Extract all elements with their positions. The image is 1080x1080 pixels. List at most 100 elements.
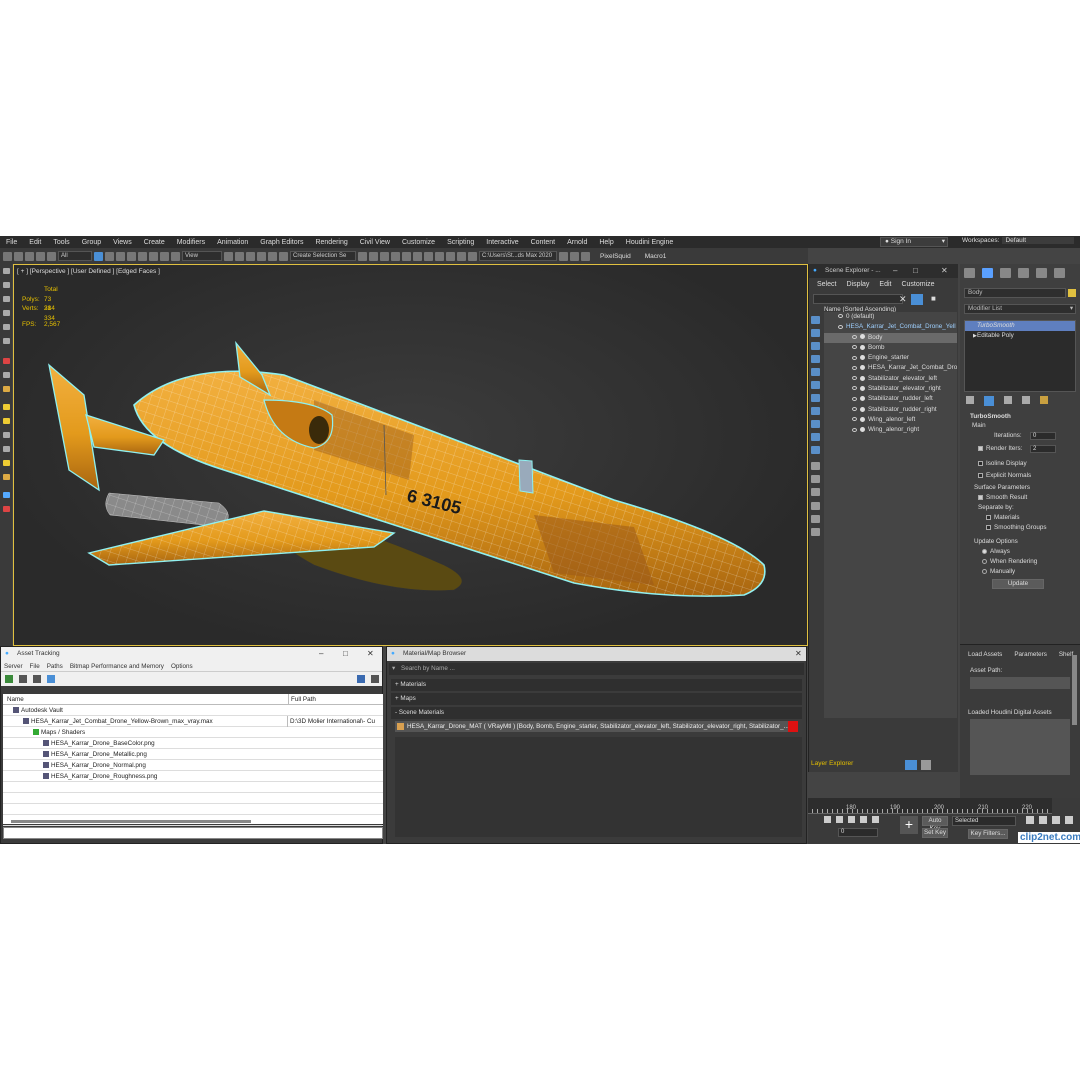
material-search-input[interactable]: ▾ Search by Name ... xyxy=(389,663,804,675)
render-frame-icon[interactable] xyxy=(457,251,466,261)
menu-houdini-engine[interactable]: Houdini Engine xyxy=(620,239,679,246)
light-icon[interactable] xyxy=(3,310,10,316)
shape-icon[interactable] xyxy=(3,338,10,344)
box-icon[interactable] xyxy=(3,474,10,480)
menu-group[interactable]: Group xyxy=(76,239,107,246)
tree-item[interactable]: Bomb xyxy=(824,343,957,353)
menu-create[interactable]: Create xyxy=(138,239,171,246)
always-radio[interactable] xyxy=(982,548,987,554)
visibility-eye-icon[interactable] xyxy=(852,334,857,339)
previous-frame-icon[interactable] xyxy=(836,816,843,823)
named-selection-set-dropdown[interactable]: Create Selection Se xyxy=(290,251,356,261)
workspaces-selector[interactable]: Workspaces: Default xyxy=(962,237,1075,244)
object-color-swatch[interactable] xyxy=(1068,289,1076,297)
tree-item[interactable]: Stabilizator_elevator_right xyxy=(824,384,957,394)
isoline-checkbox[interactable] xyxy=(978,460,983,466)
menu-views[interactable]: Views xyxy=(107,239,138,246)
materials-checkbox[interactable] xyxy=(986,514,991,520)
tab-load-assets[interactable]: Load Assets xyxy=(968,651,1002,658)
percent-snap-icon[interactable] xyxy=(257,251,266,261)
angle-snap-icon[interactable] xyxy=(246,251,255,261)
visibility-eye-icon[interactable] xyxy=(838,324,843,329)
rotate-icon[interactable] xyxy=(149,251,158,261)
select-by-name-icon[interactable] xyxy=(105,251,114,261)
window-crossing-icon[interactable] xyxy=(127,251,136,261)
spacewarp-icon[interactable] xyxy=(3,492,10,498)
filter-funnel-icon[interactable] xyxy=(811,502,820,510)
ribbon-icon[interactable] xyxy=(402,251,411,261)
table-row[interactable]: Autodesk Vault xyxy=(3,705,383,716)
configure-sets-icon[interactable] xyxy=(1040,396,1048,404)
loaded-assets-list[interactable] xyxy=(970,719,1070,775)
smoothing-groups-checkbox[interactable] xyxy=(986,524,991,530)
stack-item-turbosmooth[interactable]: TurboSmooth xyxy=(965,321,1075,331)
menu-file[interactable]: File xyxy=(30,661,40,671)
materials-section[interactable]: + Materials xyxy=(391,679,802,691)
tree-item[interactable]: Body xyxy=(824,332,957,343)
visibility-eye-icon[interactable] xyxy=(852,355,857,360)
shape-filter-icon[interactable] xyxy=(811,329,820,337)
refresh-icon[interactable] xyxy=(5,675,13,683)
visibility-eye-icon[interactable] xyxy=(852,417,857,422)
render-icon[interactable] xyxy=(468,251,477,261)
close-icon[interactable]: ✕ xyxy=(795,647,802,661)
orbit-icon[interactable] xyxy=(1052,816,1060,824)
maximize-icon[interactable]: □ xyxy=(343,647,348,661)
clear-search-icon[interactable]: ✕ xyxy=(899,294,907,305)
table-row[interactable]: Maps / Shaders xyxy=(3,727,383,738)
minimize-icon[interactable]: – xyxy=(893,264,897,278)
menu-paths[interactable]: Paths xyxy=(47,661,63,671)
edit-named-sets-icon[interactable] xyxy=(279,251,288,261)
mirror-icon[interactable] xyxy=(358,251,367,261)
lock-icon[interactable]: ■ xyxy=(931,294,936,303)
menu-help[interactable]: Help xyxy=(593,239,619,246)
folder-project-icon[interactable] xyxy=(581,251,590,261)
visibility-eye-icon[interactable] xyxy=(852,386,857,391)
next-frame-icon[interactable] xyxy=(860,816,867,823)
layer-explorer-dropdown[interactable]: Layer Explorer xyxy=(811,758,956,770)
scene-materials-section[interactable]: - Scene Materials xyxy=(391,707,802,719)
helper-icon[interactable] xyxy=(3,324,10,330)
torus-icon[interactable] xyxy=(3,446,10,452)
camera-filter-icon[interactable] xyxy=(811,355,820,363)
menu-display[interactable]: Display xyxy=(846,281,869,288)
expand-icon[interactable]: ▶ xyxy=(973,331,977,341)
menu-scripting[interactable]: Scripting xyxy=(441,239,480,246)
explicit-normals-checkbox[interactable] xyxy=(978,472,983,478)
move-icon[interactable] xyxy=(138,251,147,261)
modifier-list-dropdown[interactable]: Modifier List ▾ xyxy=(964,304,1076,314)
rect-region-icon[interactable] xyxy=(116,251,125,261)
visibility-eye-icon[interactable] xyxy=(838,314,843,319)
toggle-scene-explorer-icon[interactable] xyxy=(380,251,389,261)
camera-icon[interactable] xyxy=(3,296,10,302)
visibility-eye-icon[interactable] xyxy=(852,427,857,432)
select-object-icon[interactable] xyxy=(94,251,103,261)
tree-item[interactable]: Wing_alenor_left xyxy=(824,415,957,425)
menu-file[interactable]: File xyxy=(0,239,23,246)
helper-filter-icon[interactable] xyxy=(811,368,820,376)
schematic-view-icon[interactable] xyxy=(424,251,433,261)
show-end-result-icon[interactable] xyxy=(984,396,994,406)
remove-modifier-icon[interactable] xyxy=(1022,396,1030,404)
object-name-field[interactable]: Body xyxy=(964,288,1066,298)
perspective-viewport[interactable]: [ + ] [Perspective ] [User Defined ] [Ed… xyxy=(13,264,808,646)
tab-parameters[interactable]: Parameters xyxy=(1014,651,1047,658)
column-full-path[interactable]: Full Path xyxy=(288,694,316,705)
redo-icon[interactable] xyxy=(14,251,23,261)
motion-tab-icon[interactable] xyxy=(1018,268,1029,278)
scale-icon[interactable] xyxy=(160,251,169,261)
menu-content[interactable]: Content xyxy=(525,239,562,246)
frozen-filter-icon[interactable] xyxy=(811,446,820,454)
settings-icon[interactable] xyxy=(371,675,379,683)
utilities-tab-icon[interactable] xyxy=(1054,268,1065,278)
display-tab-icon[interactable] xyxy=(1036,268,1047,278)
menu-graph-editors[interactable]: Graph Editors xyxy=(254,239,309,246)
pin-stack-icon[interactable] xyxy=(966,396,974,404)
houdini-scrollbar[interactable] xyxy=(1072,655,1077,725)
menu-select[interactable]: Select xyxy=(817,281,836,288)
system-icon[interactable] xyxy=(3,506,10,512)
container-filter-icon[interactable] xyxy=(811,433,820,441)
tree-item[interactable]: HESA_Karrar_Jet_Combat_Drone_Yell xyxy=(824,322,957,332)
manually-radio[interactable] xyxy=(982,568,987,574)
table-row[interactable]: HESA_Karrar_Drone_BaseColor.png xyxy=(3,738,383,749)
